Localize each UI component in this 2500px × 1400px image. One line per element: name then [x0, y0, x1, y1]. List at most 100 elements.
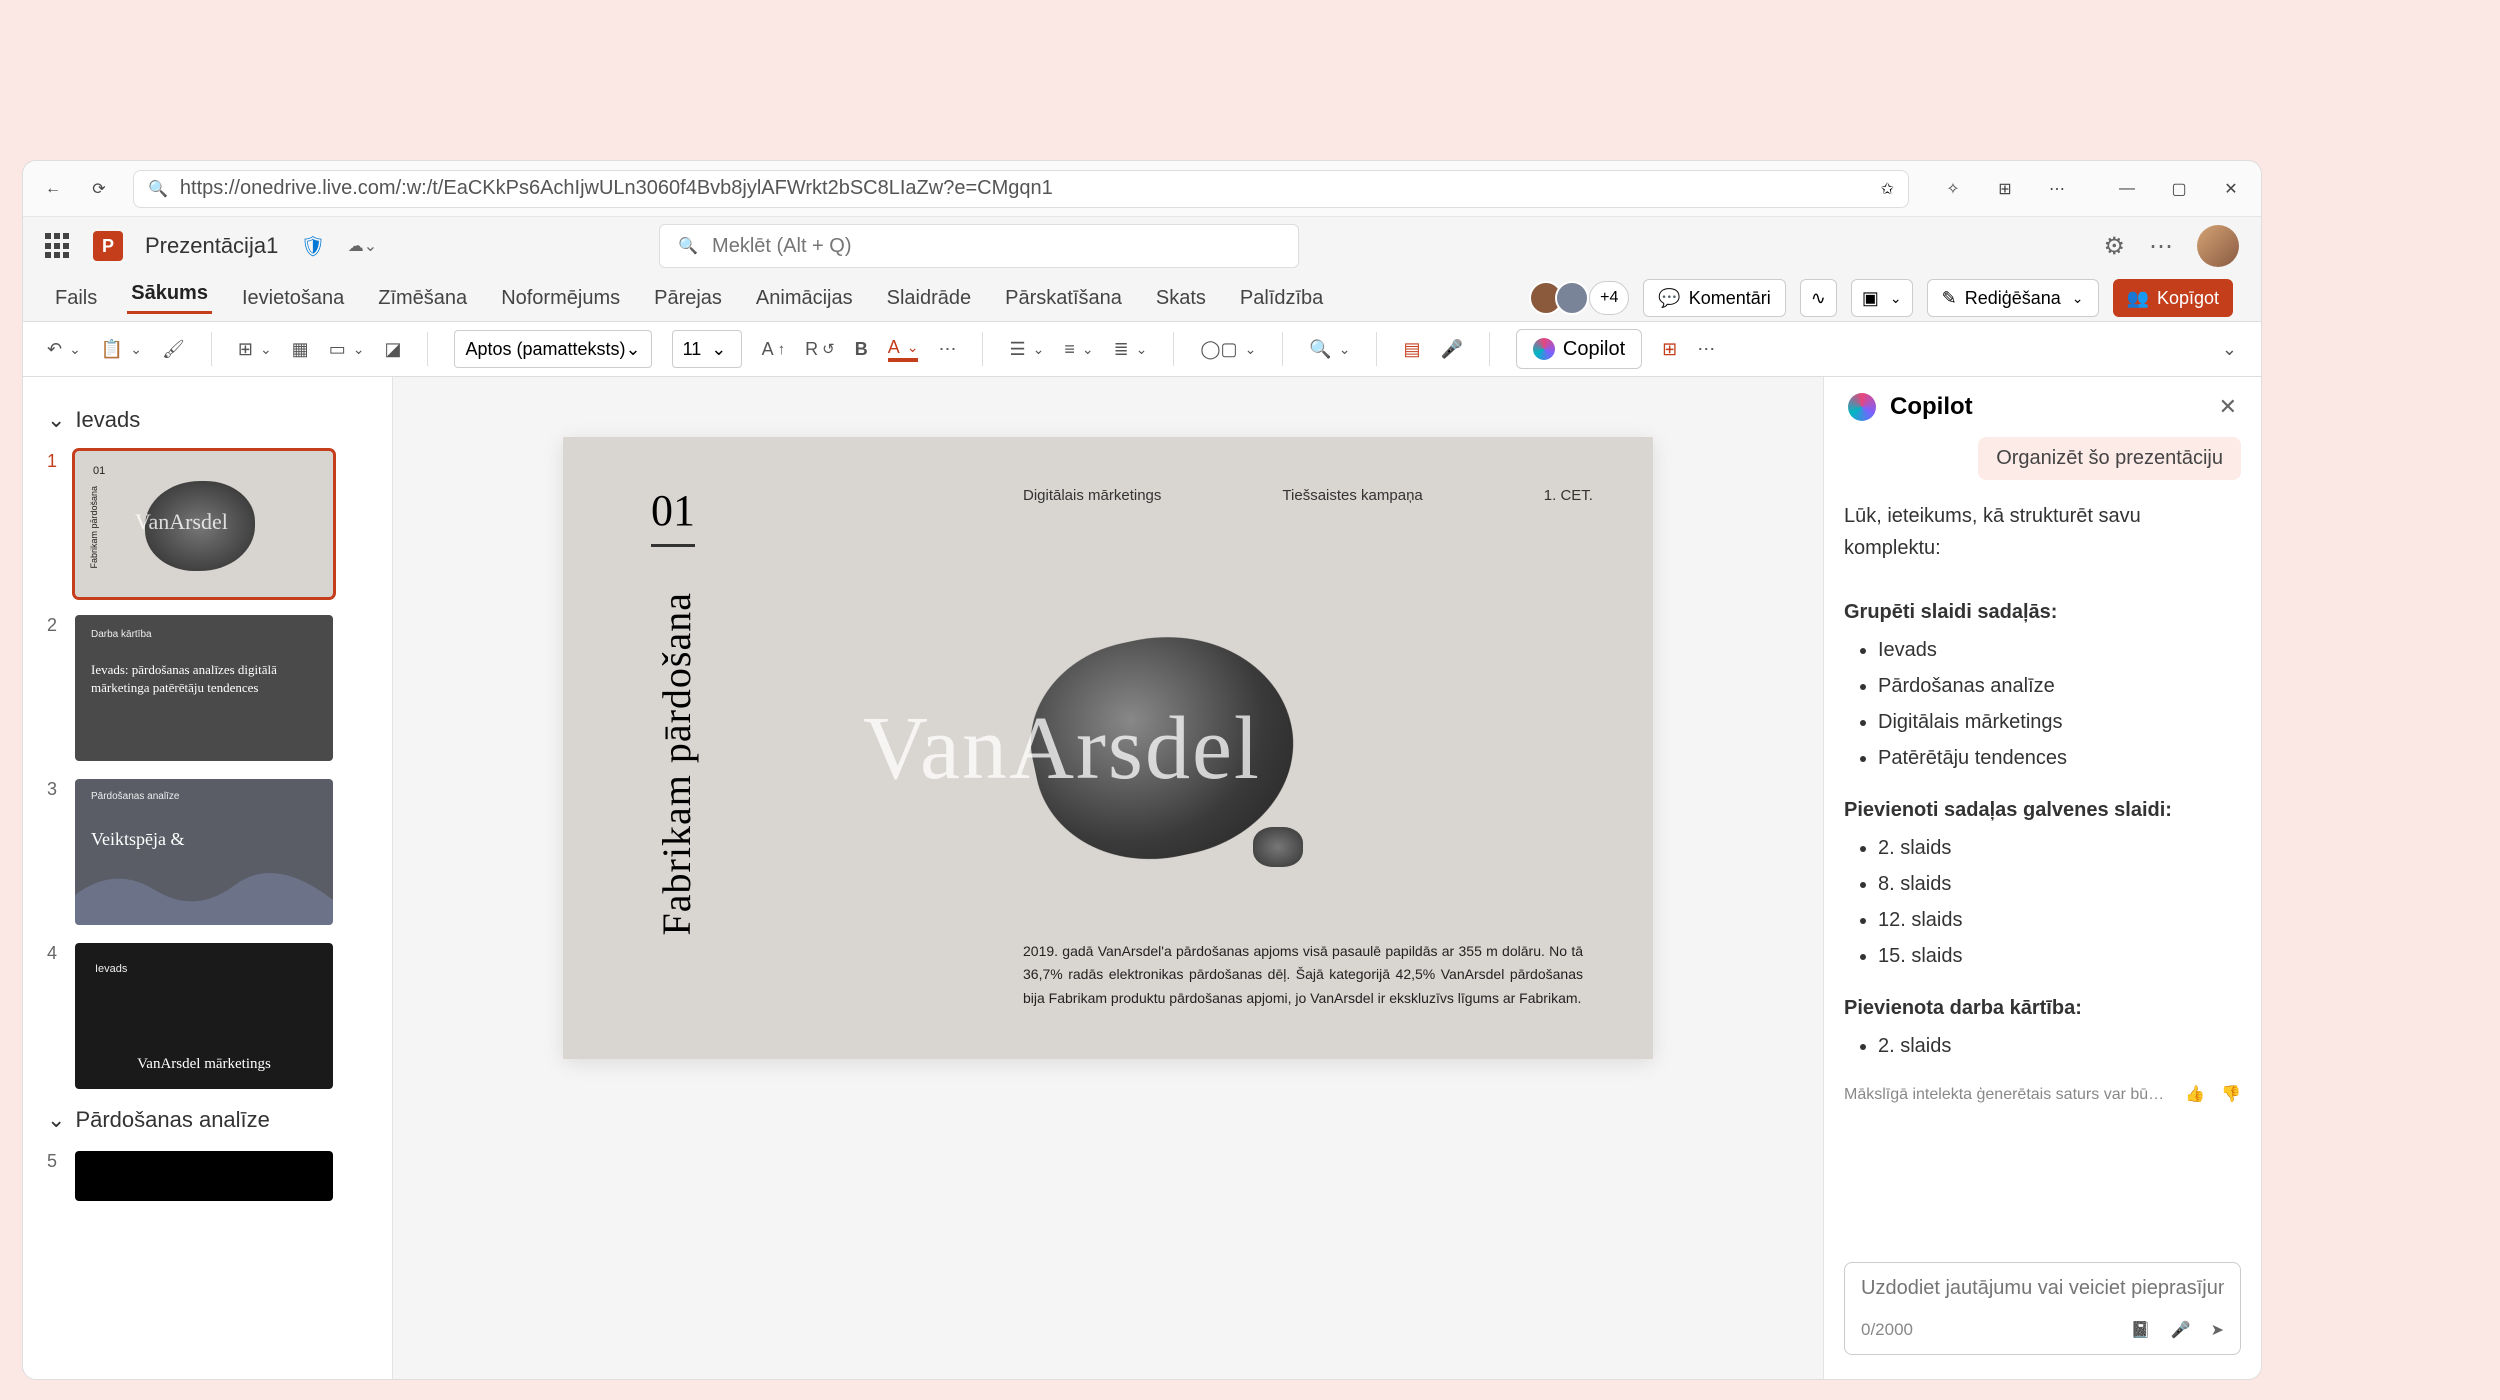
slide-thumbnail-4[interactable]: Ievads VanArsdel mārketings	[75, 943, 333, 1089]
section-header[interactable]: ⌄Pārdošanas analīze	[47, 1107, 368, 1133]
ribbon-collapse-button[interactable]: ⌄	[2222, 339, 2237, 360]
more-commands-button[interactable]: ⋯	[1697, 339, 1715, 360]
search-icon: 🔍	[148, 179, 168, 199]
tab-slideshow[interactable]: Slaidrāde	[883, 287, 976, 310]
search-box[interactable]: 🔍	[659, 224, 1299, 268]
settings-icon[interactable]: ⚙	[2103, 232, 2125, 261]
copilot-button[interactable]: Copilot	[1516, 329, 1642, 369]
tab-view[interactable]: Skats	[1152, 287, 1210, 310]
tab-transitions[interactable]: Pārejas	[650, 287, 726, 310]
align-button[interactable]: ≣	[1114, 339, 1148, 360]
chevron-down-icon: ⌄	[47, 407, 65, 433]
slide-thumbnail-1[interactable]: 01 Fabrikam pārdošana VanArsdel	[75, 451, 333, 597]
comments-button[interactable]: 💬Komentāri	[1643, 279, 1785, 317]
app-window: ← ⟳ 🔍 https://onedrive.live.com/:w:/t/Ea…	[22, 160, 2262, 1380]
star-icon[interactable]: ✧	[1941, 177, 1965, 201]
layout-button[interactable]: ▦	[292, 339, 309, 360]
slide-thumbnail-5[interactable]	[75, 1151, 333, 1201]
more-font-button[interactable]: ⋯	[938, 339, 956, 360]
font-size-select[interactable]: 11 ⌄	[672, 330, 742, 368]
tab-home[interactable]: Sākums	[127, 282, 212, 314]
thumbs-down-icon[interactable]: 👎	[2221, 1082, 2241, 1108]
font-color-button[interactable]: A	[888, 337, 919, 362]
tab-design[interactable]: Noformējums	[497, 287, 624, 310]
notebook-icon[interactable]: 📓	[2131, 1320, 2151, 1340]
close-icon[interactable]: ✕	[2219, 394, 2237, 420]
search-input[interactable]	[712, 235, 1280, 258]
chevron-down-icon: ⌄	[47, 1107, 65, 1133]
share-button[interactable]: 👥Kopīgot	[2113, 279, 2233, 317]
designer-button[interactable]: ◪	[384, 339, 401, 360]
slide-thumbnail-2[interactable]: Darba kārtība Ievads: pārdošanas analīze…	[75, 615, 333, 761]
send-icon[interactable]: ➤	[2211, 1320, 2224, 1340]
collaborators[interactable]: +4	[1537, 281, 1629, 315]
section-button[interactable]: ▭	[329, 339, 365, 360]
section-header[interactable]: ⌄Ievads	[47, 407, 368, 433]
copilot-icon	[1533, 338, 1555, 360]
catchup-button[interactable]: ∿	[1800, 279, 1837, 317]
slide-big-number: 01	[651, 485, 695, 547]
slide-number: 2	[47, 615, 61, 761]
copilot-input[interactable]	[1861, 1277, 2224, 1300]
dictate-button[interactable]: 🎤	[1440, 339, 1462, 360]
thumbnail-panel: ⌄Ievads 1 01 Fabrikam pārdošana VanArsde…	[23, 377, 393, 1379]
slide-canvas[interactable]: 01 Fabrikam pārdošana Digitālais mārketi…	[563, 437, 1653, 1059]
copilot-input-box[interactable]: 0/2000 📓 🎤 ➤	[1844, 1262, 2241, 1355]
shapes-button[interactable]: ◯▢	[1200, 339, 1256, 360]
shield-icon[interactable]: 🛡	[300, 234, 325, 259]
new-slide-button[interactable]: ⊞	[238, 339, 272, 360]
mic-icon[interactable]: 🎤	[2171, 1320, 2191, 1340]
designer-pane-button[interactable]: ▤	[1403, 339, 1420, 360]
increase-font-button[interactable]: A↑	[762, 339, 786, 360]
find-button[interactable]: 🔍	[1309, 339, 1350, 360]
paste-button[interactable]: 📋	[101, 339, 142, 360]
share-icon: 👥	[2127, 288, 2149, 309]
more-icon[interactable]: ⋯	[2149, 232, 2173, 261]
minimize-icon[interactable]: ―	[2115, 177, 2139, 201]
editing-mode-button[interactable]: ✎Rediģēšana	[1927, 279, 2099, 317]
copilot-icon	[1848, 393, 1876, 421]
thumbs-up-icon[interactable]: 👍	[2185, 1082, 2205, 1108]
cloud-sync-icon[interactable]: ☁⌄	[348, 236, 377, 256]
format-painter-button[interactable]: 🖌	[162, 339, 185, 360]
tab-file[interactable]: Fails	[51, 287, 101, 310]
slide-body-text: 2019. gadā VanArsdel'a pārdošanas apjoms…	[1023, 940, 1583, 1011]
tab-insert[interactable]: Ievietošana	[238, 287, 348, 310]
url-bar[interactable]: 🔍 https://onedrive.live.com/:w:/t/EaCKkP…	[133, 170, 1909, 208]
user-avatar[interactable]	[2197, 225, 2239, 267]
slide-number: 4	[47, 943, 61, 1089]
app-header: P Prezentācija1 🛡 ☁⌄ 🔍 ⚙ ⋯	[23, 217, 2261, 275]
app-launcher-icon[interactable]	[45, 233, 71, 259]
back-icon[interactable]: ←	[41, 177, 65, 201]
tab-review[interactable]: Pārskatīšana	[1001, 287, 1126, 310]
present-button[interactable]: ▣	[1851, 279, 1913, 317]
font-name-select[interactable]: Aptos (pamatteksts)⌄	[454, 330, 651, 368]
clear-format-button[interactable]: R↺	[805, 339, 835, 360]
close-icon[interactable]: ✕	[2219, 177, 2243, 201]
workspace: ⌄Ievads 1 01 Fabrikam pārdošana VanArsde…	[23, 377, 2261, 1379]
tab-animations[interactable]: Animācijas	[752, 287, 857, 310]
slide-thumbnail-3[interactable]: Pārdošanas analīze Veiktspēja &	[75, 779, 333, 925]
canvas-area[interactable]: 01 Fabrikam pārdošana Digitālais mārketi…	[393, 377, 1823, 1379]
grid-view-button[interactable]: ⊞	[1662, 339, 1677, 360]
tab-help[interactable]: Palīdzība	[1236, 287, 1327, 310]
copilot-response: Lūk, ieteikums, kā strukturēt savu kompl…	[1844, 500, 2241, 1108]
bold-button[interactable]: B	[855, 339, 868, 360]
undo-button[interactable]: ↶	[47, 339, 81, 360]
powerpoint-logo-icon: P	[93, 231, 123, 261]
collab-avatar[interactable]	[1555, 281, 1589, 315]
more-icon[interactable]: ⋯	[2045, 177, 2069, 201]
document-title[interactable]: Prezentācija1	[145, 233, 278, 259]
collections-icon[interactable]: ⊞	[1993, 177, 2017, 201]
refresh-icon[interactable]: ⟳	[87, 177, 111, 201]
copilot-title: Copilot	[1890, 393, 1973, 421]
bullets-button[interactable]: ☰	[1009, 339, 1044, 360]
slide-vertical-title: Fabrikam pārdošana	[653, 592, 700, 935]
copilot-panel: Copilot ✕ Organizēt šo prezentāciju Lūk,…	[1823, 377, 2261, 1379]
favorite-icon[interactable]: ✩	[1881, 179, 1894, 199]
maximize-icon[interactable]: ▢	[2167, 177, 2191, 201]
collab-more[interactable]: +4	[1589, 281, 1629, 315]
numbering-button[interactable]: ≡	[1064, 339, 1093, 360]
tab-draw[interactable]: Zīmēšana	[374, 287, 471, 310]
pencil-icon: ✎	[1942, 288, 1957, 309]
